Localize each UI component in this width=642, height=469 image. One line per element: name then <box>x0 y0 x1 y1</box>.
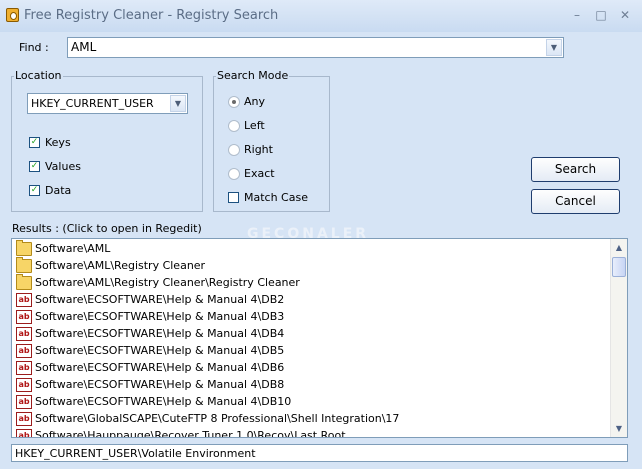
status-text: HKEY_CURRENT_USER\Volatile Environment <box>15 447 256 460</box>
folder-icon <box>16 257 32 273</box>
chevron-down-icon[interactable]: ▼ <box>170 95 186 112</box>
list-item-label: Software\Hauppauge\Recover Tuner 1.0\Rec… <box>35 429 346 438</box>
window-title: Free Registry Cleaner - Registry Search <box>24 8 279 23</box>
registry-value-icon: ab <box>16 344 32 358</box>
checkmark-icon: ✓ <box>29 137 40 148</box>
mode-label-any: Any <box>244 95 266 108</box>
vertical-scrollbar[interactable]: ▲ ▼ <box>610 239 627 437</box>
scroll-up-icon[interactable]: ▲ <box>611 239 627 256</box>
list-item-label: Software\AML <box>35 242 111 255</box>
registry-value-icon: ab <box>16 378 32 392</box>
list-item-label: Software\ECSOFTWARE\Help & Manual 4\DB10 <box>35 395 292 408</box>
find-combobox[interactable]: AML ▼ <box>67 37 564 58</box>
data-label: Data <box>45 184 72 197</box>
registry-value-icon: ab <box>16 429 32 437</box>
minimize-icon[interactable]: – <box>570 8 584 22</box>
scrollbar-thumb[interactable] <box>612 257 626 277</box>
hive-selected-value: HKEY_CURRENT_USER <box>31 97 154 110</box>
checkmark-icon: ✓ <box>29 161 40 172</box>
folder-icon <box>16 274 32 290</box>
list-item-label: Software\ECSOFTWARE\Help & Manual 4\DB2 <box>35 293 285 306</box>
mode-label-right: Right <box>244 143 273 156</box>
search-button[interactable]: Search <box>531 157 620 182</box>
match-case-label: Match Case <box>244 191 308 204</box>
cancel-button[interactable]: Cancel <box>531 189 620 214</box>
scroll-down-icon[interactable]: ▼ <box>611 420 627 437</box>
registry-value-icon: ab <box>16 395 32 409</box>
search-mode-legend: Search Mode <box>216 69 290 82</box>
location-legend: Location <box>14 69 63 82</box>
radio-icon <box>228 168 240 180</box>
list-item-label: Software\ECSOFTWARE\Help & Manual 4\DB8 <box>35 378 285 391</box>
list-item-label: Software\ECSOFTWARE\Help & Manual 4\DB3 <box>35 310 285 323</box>
list-item-label: Software\ECSOFTWARE\Help & Manual 4\DB6 <box>35 361 285 374</box>
mode-label-left: Left <box>244 119 265 132</box>
radio-selected-icon <box>228 96 240 108</box>
close-icon[interactable]: ✕ <box>618 8 632 22</box>
mode-label-exact: Exact <box>244 167 275 180</box>
values-label: Values <box>45 160 81 173</box>
checkmark-icon: ✓ <box>29 185 40 196</box>
radio-icon <box>228 120 240 132</box>
chevron-down-icon[interactable]: ▼ <box>546 39 562 56</box>
registry-cleaner-icon <box>6 8 19 22</box>
hive-select[interactable]: HKEY_CURRENT_USER ▼ <box>27 93 188 114</box>
results-label: Results : (Click to open in Regedit) <box>12 222 202 235</box>
registry-value-icon: ab <box>16 412 32 426</box>
find-label: Find : <box>19 41 49 54</box>
list-item-label: Software\ECSOFTWARE\Help & Manual 4\DB4 <box>35 327 285 340</box>
results-list[interactable]: Software\AML Software\AML\Registry Cleane… <box>11 238 628 438</box>
list-item-label: Software\ECSOFTWARE\Help & Manual 4\DB5 <box>35 344 285 357</box>
checkbox-empty-icon <box>228 192 239 203</box>
folder-icon <box>16 240 32 256</box>
registry-value-icon: ab <box>16 361 32 375</box>
list-item-label: Software\GlobalSCAPE\CuteFTP 8 Professio… <box>35 412 400 425</box>
status-bar: HKEY_CURRENT_USER\Volatile Environment <box>11 444 628 462</box>
list-item-label: Software\AML\Registry Cleaner <box>35 259 206 272</box>
registry-value-icon: ab <box>16 310 32 324</box>
find-input[interactable]: AML <box>71 40 96 54</box>
keys-label: Keys <box>45 136 71 149</box>
list-item-label: Software\AML\Registry Cleaner\Registry C… <box>35 276 300 289</box>
registry-value-icon: ab <box>16 293 32 307</box>
maximize-icon[interactable]: □ <box>594 8 608 22</box>
title-bar: Free Registry Cleaner - Registry Search … <box>0 0 642 32</box>
radio-icon <box>228 144 240 156</box>
registry-value-icon: ab <box>16 327 32 341</box>
